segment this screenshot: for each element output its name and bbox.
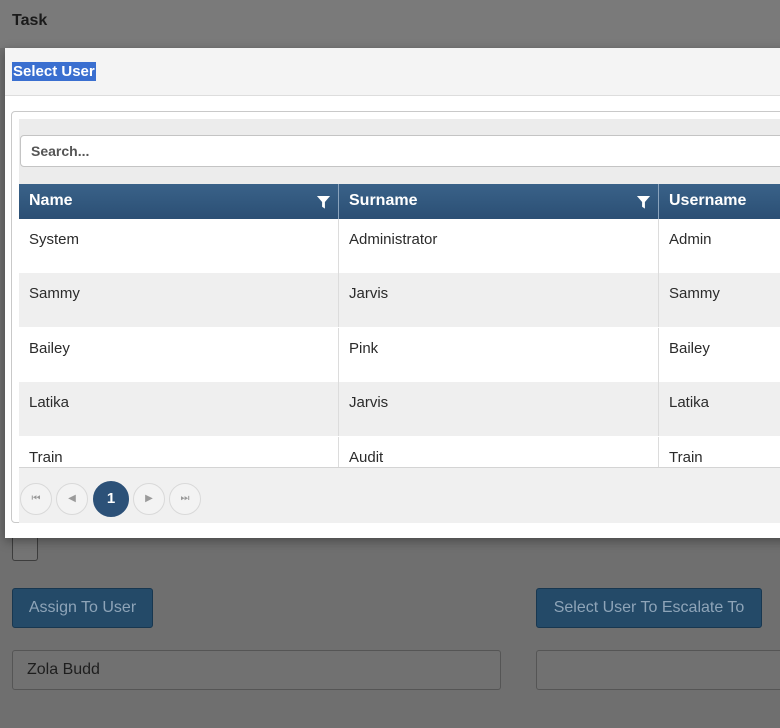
table-row[interactable]: System Administrator Admin: [19, 219, 780, 273]
cell-surname: Pink: [339, 328, 659, 382]
select-user-dialog: Select User Name Surname Username: [5, 48, 780, 538]
cell-username: Train: [669, 449, 703, 466]
dialog-titlebar[interactable]: Select User: [5, 48, 780, 96]
table-row[interactable]: Train Audit Train: [19, 437, 780, 467]
first-page-icon: ⏮: [31, 493, 41, 504]
cell-username: Latika: [669, 394, 710, 411]
cell-name: System: [19, 219, 339, 273]
cell-name: Bailey: [19, 328, 339, 382]
prev-page-icon: ◀: [68, 493, 76, 504]
escalate-user-field[interactable]: [536, 650, 780, 690]
previous-page-button[interactable]: ◀: [56, 483, 88, 515]
cell-username: Sammy: [669, 285, 720, 302]
assign-to-user-button[interactable]: Assign To User: [12, 588, 153, 628]
last-page-icon: ⏭: [180, 493, 190, 504]
table-row[interactable]: Latika Jarvis Latika: [19, 382, 780, 436]
task-checkbox[interactable]: [12, 537, 38, 561]
column-header-surname[interactable]: Surname: [339, 184, 659, 219]
grid-body: System Administrator Admin Sammy Jarvis …: [19, 219, 780, 467]
next-page-icon: ▶: [145, 493, 153, 504]
cell-username: Bailey: [669, 340, 710, 357]
select-escalate-user-button[interactable]: Select User To Escalate To: [536, 588, 762, 628]
cell-surname: Jarvis: [339, 382, 659, 436]
column-header-username[interactable]: Username: [659, 184, 780, 219]
user-grid: Name Surname Username System Administrat…: [11, 111, 780, 523]
grid-toolbar: [19, 119, 780, 184]
page-1-button[interactable]: 1: [93, 481, 129, 517]
dialog-title: Select User: [12, 62, 96, 81]
column-header-label: Name: [29, 192, 73, 209]
cell-surname: Administrator: [339, 219, 659, 273]
cell-name: Train: [19, 437, 339, 467]
column-header-label: Surname: [349, 192, 418, 209]
cell-surname: Audit: [339, 437, 659, 467]
cell-name: Latika: [19, 382, 339, 436]
next-page-button[interactable]: ▶: [133, 483, 165, 515]
grid-header-row: Name Surname Username: [19, 184, 780, 219]
filter-icon[interactable]: [316, 195, 331, 210]
cell-name: Sammy: [19, 273, 339, 327]
first-page-button[interactable]: ⏮: [20, 483, 52, 515]
filter-icon[interactable]: [636, 195, 651, 210]
column-header-name[interactable]: Name: [19, 184, 339, 219]
cell-surname: Jarvis: [339, 273, 659, 327]
table-row[interactable]: Bailey Pink Bailey: [19, 328, 780, 382]
assigned-user-field[interactable]: Zola Budd: [12, 650, 501, 690]
last-page-button[interactable]: ⏭: [169, 483, 201, 515]
cell-username: Admin: [669, 231, 712, 248]
column-header-label: Username: [669, 192, 747, 209]
table-row[interactable]: Sammy Jarvis Sammy: [19, 273, 780, 327]
page-title: Task: [0, 0, 780, 48]
search-input[interactable]: [20, 135, 780, 167]
grid-pager: ⏮ ◀ 1 ▶ ⏭: [19, 467, 780, 523]
